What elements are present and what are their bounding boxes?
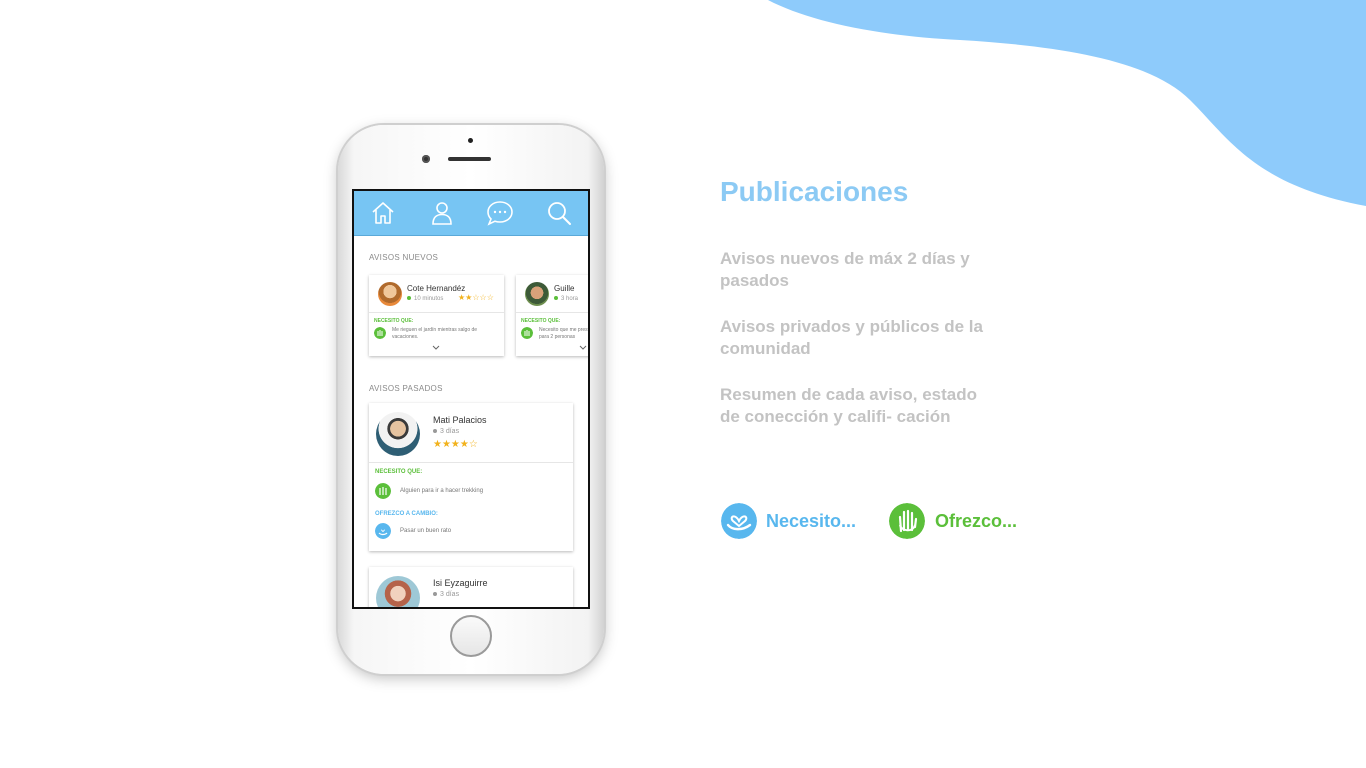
open-hand-icon [375, 483, 391, 499]
user-icon [431, 202, 452, 225]
nav-search[interactable] [544, 198, 574, 228]
earpiece-speaker [448, 157, 491, 161]
description-paragraph: Avisos privados y públicos de la comunid… [720, 317, 983, 358]
home-button[interactable] [450, 615, 492, 657]
chat-bubble-icon [487, 201, 514, 226]
heart-hand-icon [375, 523, 391, 539]
description-paragraph: Resumen de cada aviso, estado de conecci… [720, 385, 977, 426]
past-post-card[interactable]: Mati Palacios 3 días ★★★★☆ NECESITO QUE:… [369, 403, 573, 551]
post-author: Mati Palacios [433, 415, 487, 425]
need-label: NECESITO QUE: [374, 318, 414, 324]
open-hand-icon [521, 327, 533, 339]
sensor-dot [468, 138, 473, 143]
open-hand-icon [374, 327, 386, 339]
past-post-card[interactable]: Isi Eyzaguirre 3 días [369, 567, 573, 607]
avatar [525, 282, 549, 306]
page-title: Publicaciones [720, 176, 909, 207]
need-text: Alguien para ir a hacer trekking [400, 488, 484, 494]
past-posts-heading: AVISOS PASADOS [369, 384, 443, 393]
description-paragraph: Avisos nuevos de máx 2 días y pasados [720, 249, 970, 290]
search-icon [547, 202, 571, 225]
new-posts-heading: AVISOS NUEVOS [369, 253, 439, 262]
need-label: NECESITO QUE: [521, 318, 561, 324]
rating-stars: ★★☆☆☆ [458, 293, 494, 302]
home-icon [372, 202, 394, 224]
post-author: Cote Hernandéz [407, 284, 466, 293]
phone-screen: AVISOS NUEVOS Cote Hernandéz 10 minutos … [352, 189, 590, 609]
post-time: 3 días [433, 428, 459, 435]
avatar [376, 576, 420, 607]
open-hand-icon [889, 503, 925, 539]
offer-text: Pasar un buen rato [400, 528, 452, 534]
app-top-bar [354, 191, 588, 236]
rating-stars: ★★★★☆ [433, 439, 478, 450]
avatar [376, 412, 420, 456]
divider [369, 462, 573, 463]
chevron-down-icon[interactable] [579, 345, 587, 351]
need-label: NECESITO QUE: [375, 469, 423, 475]
legend-offer-label: Ofrezco... [935, 511, 1018, 531]
nav-messages[interactable] [485, 198, 515, 228]
post-author: Guille [554, 284, 575, 293]
new-post-card[interactable]: Cote Hernandéz 10 minutos ★★☆☆☆ NECESITO… [369, 275, 504, 356]
post-time: 3 días [433, 591, 459, 598]
front-camera [422, 155, 430, 163]
phone-mockup: AVISOS NUEVOS Cote Hernandéz 10 minutos … [338, 125, 604, 674]
background-blob [768, 0, 1366, 206]
chevron-down-icon[interactable] [432, 345, 440, 351]
heart-hand-icon [721, 503, 757, 539]
post-author: Isi Eyzaguirre [433, 578, 488, 588]
nav-profile[interactable] [427, 198, 457, 228]
offer-label: OFREZCO A CAMBIO: [375, 511, 438, 517]
post-time: 3 hora [554, 296, 578, 302]
need-text: Me rieguen el jardín mientras salgo de v… [392, 327, 478, 340]
divider [516, 312, 588, 313]
divider [369, 312, 504, 313]
legend-need-label: Necesito... [766, 511, 857, 531]
nav-home[interactable] [368, 198, 398, 228]
need-text: Necesito que me presten carpa para campi… [539, 327, 590, 340]
post-time: 10 minutos [407, 296, 443, 302]
new-post-card[interactable]: Guille 3 hora NECESITO QUE: Necesito que… [516, 275, 590, 356]
avatar [378, 282, 402, 306]
